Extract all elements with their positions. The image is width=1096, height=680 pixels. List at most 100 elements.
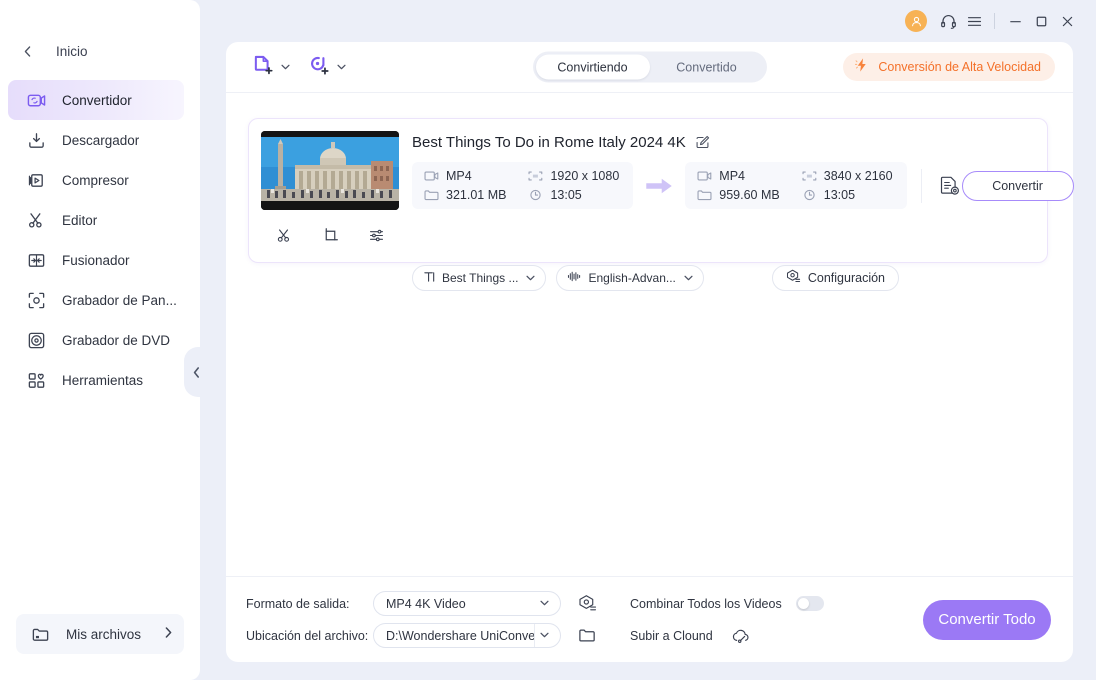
- sidebar-item-label: Editor: [62, 212, 98, 228]
- trim-tool[interactable]: [271, 222, 297, 248]
- window-controls: [905, 8, 1080, 34]
- edit-pencil-icon[interactable]: [695, 135, 710, 150]
- target-resolution: 3840 x 2160: [802, 169, 893, 183]
- upload-cloud-row: Subir a Clound: [630, 620, 824, 651]
- sidebar-item-mis-archivos[interactable]: Mis archivos: [16, 614, 184, 654]
- audio-waveform-icon: [567, 270, 582, 286]
- preset-settings-button[interactable]: [920, 168, 962, 203]
- source-size-value: 321.01 MB: [446, 188, 507, 202]
- minimize-icon[interactable]: [1002, 8, 1028, 34]
- file-card-bottom: Best Things ... English-Advan... Configu…: [249, 256, 1047, 300]
- source-size: 321.01 MB: [424, 188, 506, 202]
- output-format-row: Formato de salida: MP4 4K Video: [246, 588, 599, 619]
- target-format-value: MP4: [719, 169, 745, 183]
- target-resolution-value: 3840 x 2160: [823, 169, 893, 183]
- chevron-down-icon[interactable]: [281, 63, 290, 72]
- configuration-button[interactable]: Configuración: [771, 265, 900, 291]
- add-buttons-group: [252, 54, 346, 81]
- target-format: MP4: [697, 169, 779, 183]
- status-tabs: Convirtiendo Convertido: [532, 51, 767, 83]
- tab-convertido[interactable]: Convertido: [650, 55, 764, 80]
- source-duration-value: 13:05: [550, 188, 582, 202]
- chevron-down-icon[interactable]: [526, 273, 536, 283]
- convert-all-button[interactable]: Convertir Todo: [923, 599, 1051, 640]
- merger-icon: [26, 250, 46, 270]
- add-file-button[interactable]: [252, 54, 290, 81]
- content-panel: Convirtiendo Convertido Conversión de Al…: [226, 42, 1074, 662]
- audio-track-value: English-Advan...: [588, 271, 676, 285]
- sidebar-item-convertidor[interactable]: Convertidor: [8, 80, 184, 120]
- video-thumbnail[interactable]: [261, 131, 399, 210]
- output-format-select[interactable]: MP4 4K Video: [373, 591, 561, 616]
- bottom-bar: Formato de salida: MP4 4K Video Ubicació…: [226, 576, 1073, 662]
- file-location-row: Ubicación del archivo: D:\Wondershare Un…: [246, 620, 599, 651]
- target-size: 959.60 MB: [697, 188, 780, 202]
- subtitle-value: Best Things ...: [442, 271, 519, 285]
- effects-tool[interactable]: [363, 222, 389, 248]
- chevron-down-icon[interactable]: [337, 63, 346, 72]
- sidebar-item-editor[interactable]: Editor: [8, 200, 184, 240]
- video-camera-icon: [424, 170, 439, 182]
- screen-recorder-icon: [26, 290, 46, 310]
- cloud-upload-icon[interactable]: [731, 628, 751, 644]
- sidebar-item-descargador[interactable]: Descargador: [8, 120, 184, 160]
- chevron-right-icon[interactable]: [165, 627, 172, 641]
- dvd-burner-icon: [26, 330, 46, 350]
- add-media-button[interactable]: [308, 54, 346, 81]
- back-chevron-icon[interactable]: [24, 45, 38, 57]
- sidebar-item-label: Compresor: [62, 172, 129, 188]
- my-files-label: Mis archivos: [66, 626, 142, 642]
- audio-track-dropdown[interactable]: English-Advan...: [556, 265, 704, 291]
- format-settings-icon[interactable]: [575, 592, 599, 616]
- file-location-select[interactable]: D:\Wondershare UniConverter: [373, 623, 561, 648]
- sidebar: Inicio Convertidor Descargador Compresor…: [0, 0, 200, 680]
- open-folder-icon[interactable]: [575, 624, 599, 648]
- sidebar-item-compresor[interactable]: Compresor: [8, 160, 184, 200]
- maximize-icon[interactable]: [1028, 8, 1054, 34]
- chevron-down-icon[interactable]: [534, 592, 554, 615]
- sidebar-item-label: Descargador: [62, 132, 140, 148]
- chevron-down-icon[interactable]: [684, 273, 693, 283]
- app-window: Inicio Convertidor Descargador Compresor…: [0, 0, 1096, 680]
- file-card[interactable]: Best Things To Do in Rome Italy 2024 4K: [248, 118, 1074, 291]
- close-icon[interactable]: [1054, 8, 1080, 34]
- convert-button[interactable]: Convertir: [961, 170, 1074, 201]
- sidebar-item-fusionador[interactable]: Fusionador: [8, 240, 184, 280]
- sidebar-collapse-handle[interactable]: [184, 347, 208, 397]
- subtitle-text-icon: [423, 270, 436, 286]
- lightning-bolt-icon: [854, 57, 870, 78]
- sidebar-item-herramientas[interactable]: Herramientas: [8, 360, 184, 400]
- subtitle-dropdown[interactable]: Best Things ...: [412, 265, 547, 291]
- headset-icon[interactable]: [935, 8, 961, 34]
- toolbox-icon: [26, 370, 46, 390]
- avatar[interactable]: [905, 10, 927, 32]
- resolution-icon: [528, 170, 543, 182]
- chevron-down-icon[interactable]: [534, 624, 554, 647]
- converter-icon: [26, 90, 46, 110]
- sidebar-item-grabador-de-dvd[interactable]: Grabador de DVD: [8, 320, 184, 360]
- output-format-value: MP4 4K Video: [386, 596, 466, 611]
- sidebar-item-label: Convertidor: [62, 92, 132, 108]
- clock-icon: [802, 189, 817, 201]
- panel-toolbar: Convirtiendo Convertido Conversión de Al…: [226, 42, 1073, 93]
- tab-convirtiendo[interactable]: Convirtiendo: [535, 54, 650, 80]
- crop-tool[interactable]: [317, 222, 343, 248]
- resolution-icon: [802, 170, 817, 182]
- source-resolution-value: 1920 x 1080: [550, 169, 620, 183]
- source-format-value: MP4: [446, 169, 472, 183]
- hamburger-menu-icon[interactable]: [961, 8, 987, 34]
- source-format: MP4: [424, 169, 506, 183]
- sidebar-item-grabador-de-pantalla[interactable]: Grabador de Pan...: [8, 280, 184, 320]
- target-duration: 13:05: [802, 188, 893, 202]
- file-specs-row: MP4 1920 x 1080 321.01 MB 13:05 MP4 3840…: [412, 162, 1074, 209]
- add-file-icon: [252, 54, 274, 81]
- home-button[interactable]: Inicio: [0, 36, 200, 66]
- high-speed-conversion-badge[interactable]: Conversión de Alta Velocidad: [843, 53, 1055, 81]
- merge-videos-toggle[interactable]: [795, 596, 824, 611]
- thumbnail-tools: [261, 216, 399, 254]
- sidebar-item-label: Grabador de DVD: [62, 332, 171, 348]
- settings-gear-icon: [786, 269, 801, 287]
- source-resolution: 1920 x 1080: [528, 169, 619, 183]
- merge-videos-row: Combinar Todos los Videos: [630, 588, 824, 619]
- high-speed-label: Conversión de Alta Velocidad: [878, 60, 1041, 74]
